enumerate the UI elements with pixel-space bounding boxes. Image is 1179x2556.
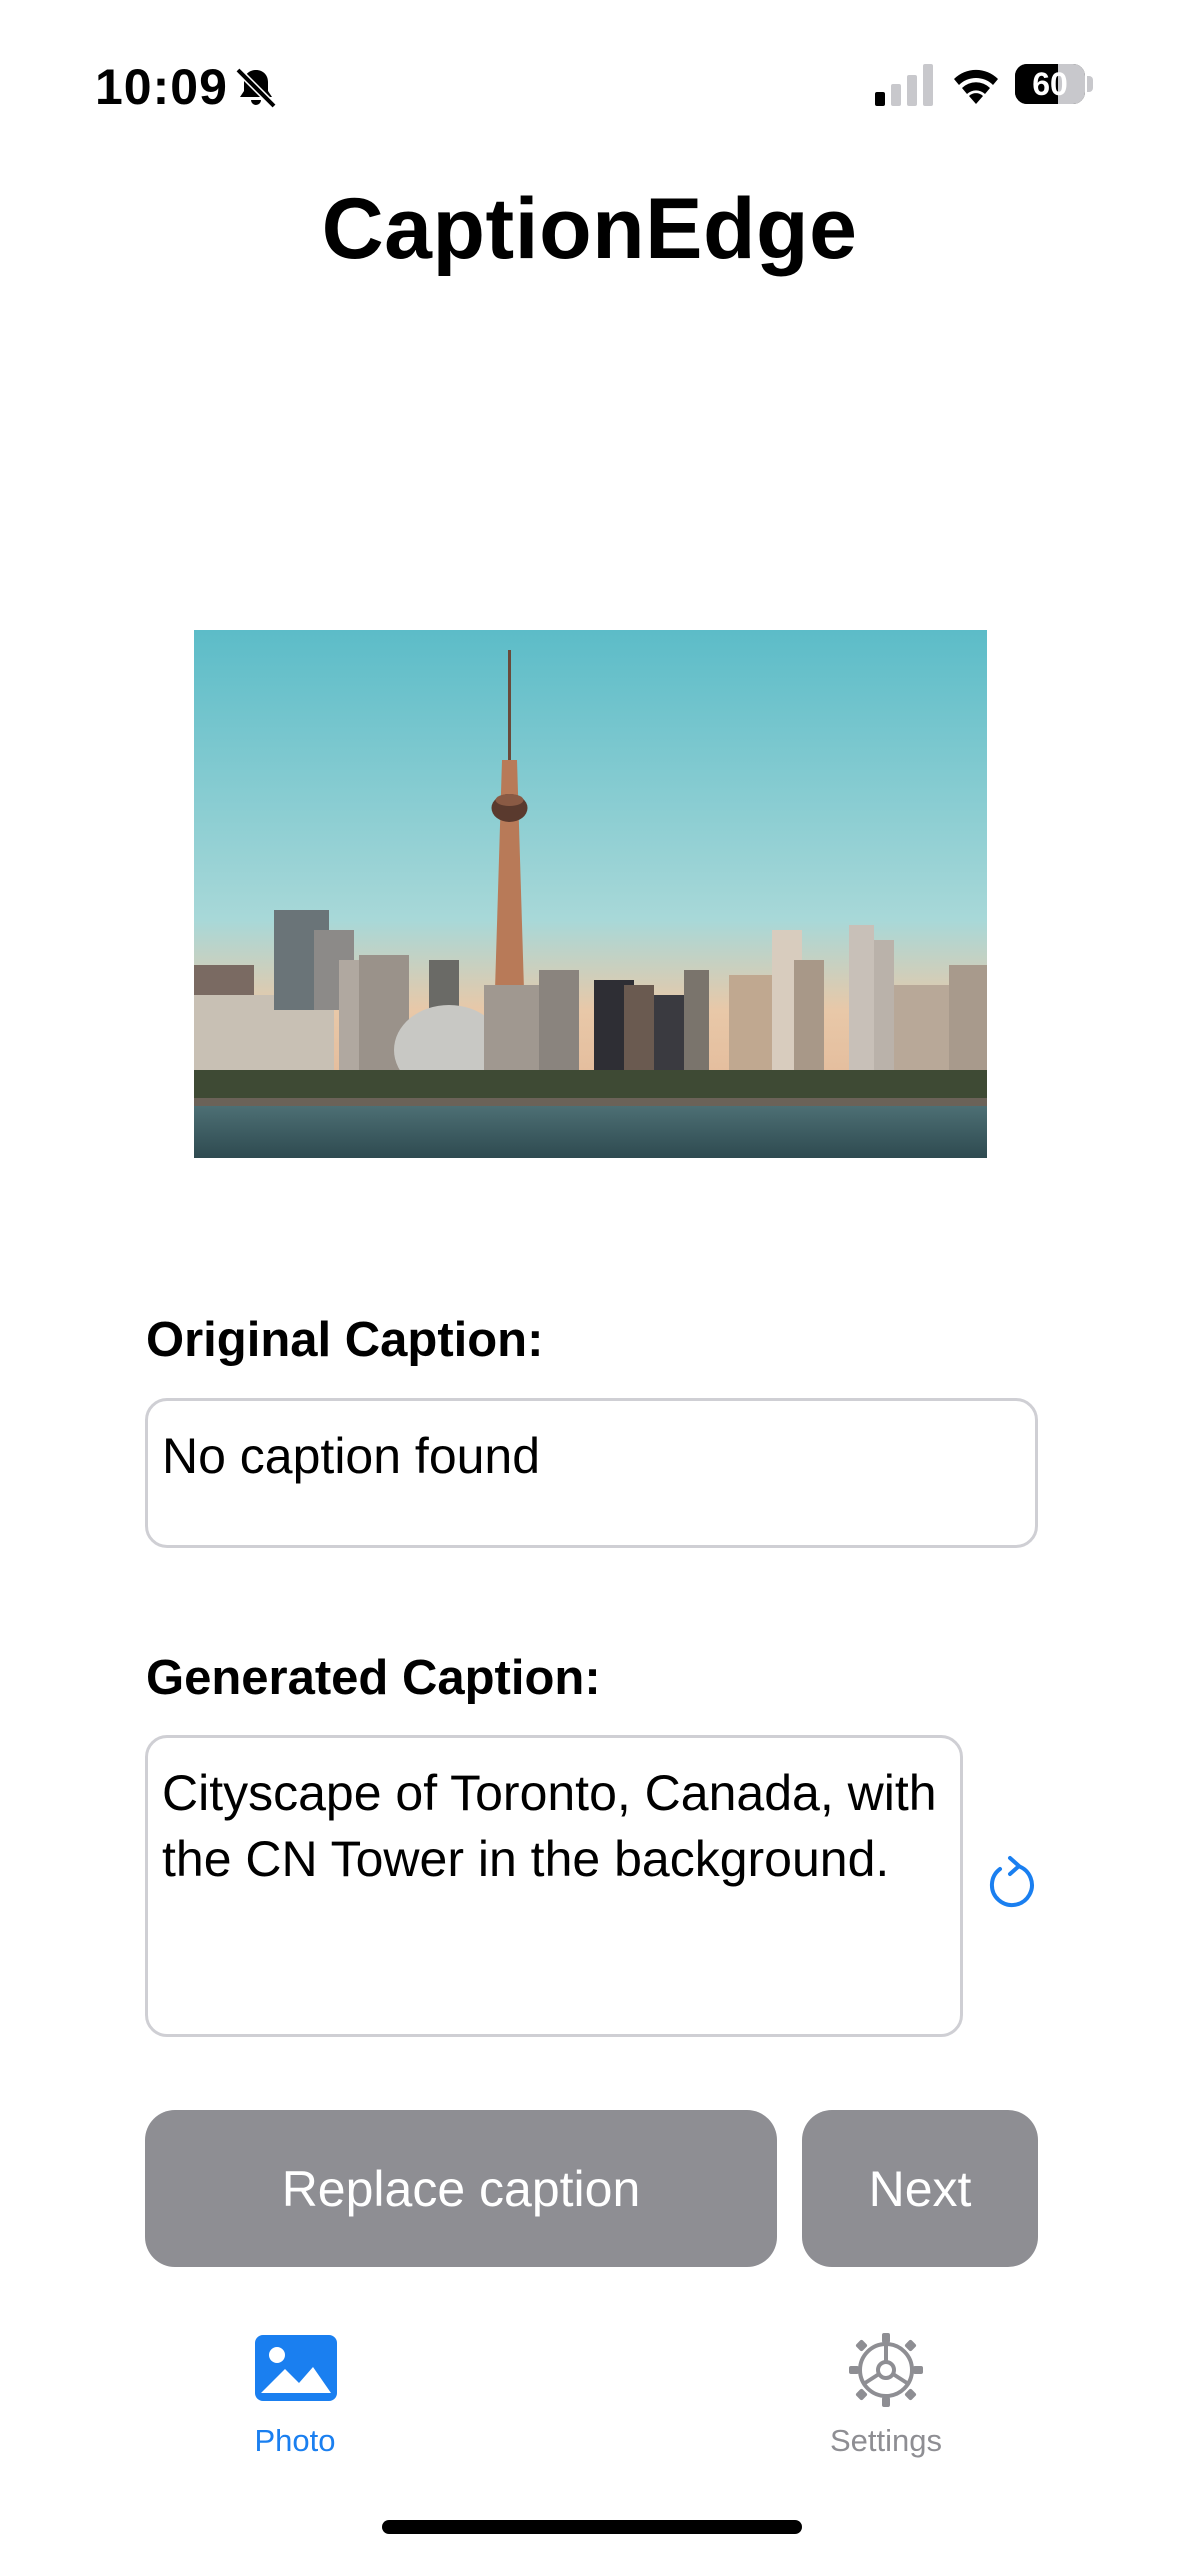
photo-icon [255,2335,337,2401]
battery-level: 60 [1032,66,1068,102]
generated-caption-field[interactable]: Cityscape of Toronto, Canada, with the C… [145,1735,963,2037]
original-caption-label: Original Caption: [146,1313,544,1367]
replace-caption-button[interactable]: Replace caption [145,2110,777,2267]
app-title: CaptionEdge [321,181,858,277]
tab-photo-label: Photo [254,2423,336,2458]
selected-photo [194,630,987,1158]
cellular-signal-icon [875,64,933,106]
next-button[interactable]: Next [802,2110,1038,2267]
wifi-icon [954,69,998,104]
original-caption-text: No caption found [162,1428,541,1484]
generated-caption-label: Generated Caption: [146,1651,601,1705]
toronto-skyline-image [194,630,987,1158]
generated-caption-text: Cityscape of Toronto, Canada, with the C… [162,1765,937,1887]
battery-nub [1087,76,1093,92]
battery-icon: 60 [1015,64,1085,104]
status-time: 10:09 [95,59,228,115]
tab-photo[interactable]: Photo [195,2325,395,2475]
original-caption-field[interactable]: No caption found [145,1398,1038,1548]
home-indicator[interactable] [382,2520,802,2534]
refresh-icon[interactable] [980,1852,1044,1916]
tab-settings[interactable]: Settings [786,2325,986,2475]
tab-settings-label: Settings [829,2423,942,2458]
gear-icon [849,2333,923,2407]
bell-slash-icon [235,67,277,109]
